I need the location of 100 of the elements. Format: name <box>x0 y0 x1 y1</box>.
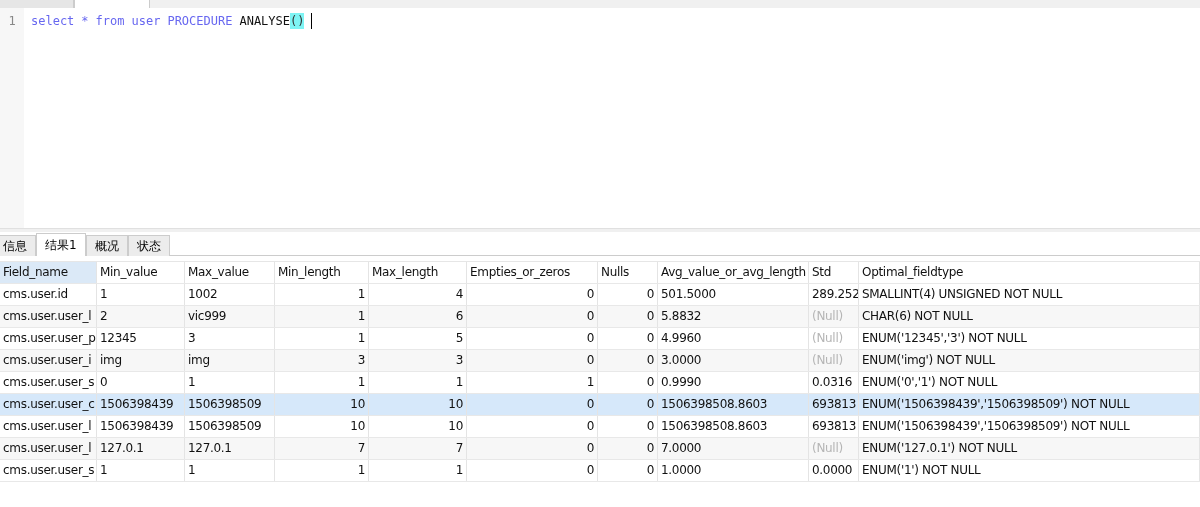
table-cell: cms.user.user_l <box>0 416 97 437</box>
table-cell: 4.9960 <box>658 328 809 349</box>
table-cell: 501.5000 <box>658 284 809 305</box>
table-cell: ENUM('1506398439','1506398509') NOT NULL <box>859 416 1200 437</box>
result-tab[interactable]: 信息 <box>0 235 36 256</box>
table-cell: (Null) <box>809 306 859 327</box>
table-cell: 127.0.1 <box>97 438 185 459</box>
table-cell: 1506398439 <box>97 394 185 415</box>
table-cell: (Null) <box>809 350 859 371</box>
text-cursor <box>311 13 313 29</box>
table-cell: cms.user.user_p <box>0 328 97 349</box>
table-cell: 10 <box>369 394 467 415</box>
table-cell: cms.user.user_s <box>0 372 97 393</box>
table-cell: 0.0000 <box>809 460 859 481</box>
code-token: ANALYSE <box>239 13 290 29</box>
table-cell: 0 <box>598 372 658 393</box>
table-cell: 3.0000 <box>658 350 809 371</box>
table-cell: 0 <box>598 306 658 327</box>
table-cell: cms.user.id <box>0 284 97 305</box>
table-row[interactable]: cms.user.user_l 127.0.1 127.0.1 7 7 0 0 7.0000 (Null) ENUM('127.0.1') NOT NULL <box>0 438 1200 460</box>
table-cell: 1506398509 <box>185 394 275 415</box>
code-token: * <box>81 13 89 29</box>
column-header[interactable]: Min_value <box>97 262 185 283</box>
table-cell: 0 <box>598 328 658 349</box>
table-cell: 1 <box>369 372 467 393</box>
table-cell: (Null) <box>809 438 859 459</box>
table-cell: 0.9990 <box>658 372 809 393</box>
table-cell: 10 <box>369 416 467 437</box>
table-cell: 6 <box>369 306 467 327</box>
table-cell: 0 <box>598 460 658 481</box>
result-tab[interactable]: 概况 <box>85 235 128 256</box>
table-cell: 1 <box>275 328 369 349</box>
table-cell: 1 <box>185 460 275 481</box>
table-cell: 0 <box>467 306 598 327</box>
code-token: user <box>131 13 161 29</box>
code-token: from <box>95 13 125 29</box>
column-header[interactable]: Nulls <box>598 262 658 283</box>
table-cell: (Null) <box>809 328 859 349</box>
table-cell: 10 <box>275 394 369 415</box>
table-cell: 4 <box>369 284 467 305</box>
table-cell: 693813 <box>809 394 859 415</box>
result-tab[interactable]: 状态 <box>127 235 170 256</box>
table-cell: 7.0000 <box>658 438 809 459</box>
table-cell: ENUM('12345','3') NOT NULL <box>859 328 1200 349</box>
table-cell: ENUM('0','1') NOT NULL <box>859 372 1200 393</box>
table-cell: img <box>185 350 275 371</box>
table-cell: 3 <box>185 328 275 349</box>
column-header[interactable]: Avg_value_or_avg_length <box>658 262 809 283</box>
table-row[interactable]: cms.user.user_c 1506398439 1506398509 10 10 0 0 1506398508.8603 693813 ENUM('1506398439','1506398509') NOT NULL <box>0 394 1200 416</box>
table-cell: 127.0.1 <box>185 438 275 459</box>
column-header[interactable]: Optimal_fieldtype <box>859 262 1200 283</box>
code-token: () <box>290 13 305 29</box>
table-cell: cms.user.user_c <box>0 394 97 415</box>
table-row[interactable]: cms.user.user_i img img 3 3 0 0 3.0000 (Null) ENUM('img') NOT NULL <box>0 350 1200 372</box>
table-cell: ENUM('127.0.1') NOT NULL <box>859 438 1200 459</box>
table-cell: 2 <box>97 306 185 327</box>
column-header[interactable]: Max_value <box>185 262 275 283</box>
table-cell: 12345 <box>97 328 185 349</box>
table-cell: 0 <box>467 416 598 437</box>
table-cell: 1.0000 <box>658 460 809 481</box>
table-cell: 0 <box>467 460 598 481</box>
code-token: select <box>31 13 75 29</box>
table-cell: 0 <box>598 284 658 305</box>
table-cell: 1 <box>275 306 369 327</box>
table-cell: 1506398508.8603 <box>658 394 809 415</box>
table-cell: 0 <box>467 284 598 305</box>
table-cell: 1506398508.8603 <box>658 416 809 437</box>
column-header[interactable]: Std <box>809 262 859 283</box>
column-header[interactable]: Empties_or_zeros <box>467 262 598 283</box>
table-row[interactable]: cms.user.user_s 1 1 1 1 0 0 1.0000 0.0000 ENUM('1') NOT NULL <box>0 460 1200 482</box>
table-cell: 1 <box>467 372 598 393</box>
table-cell: ENUM('img') NOT NULL <box>859 350 1200 371</box>
table-cell: cms.user.user_l <box>0 438 97 459</box>
table-cell: 7 <box>369 438 467 459</box>
table-cell: 1 <box>275 372 369 393</box>
result-tab[interactable]: 结果1 <box>36 233 86 256</box>
table-cell: 1 <box>185 372 275 393</box>
table-cell: 0 <box>97 372 185 393</box>
table-cell: 0 <box>598 394 658 415</box>
table-cell: 3 <box>369 350 467 371</box>
table-cell: img <box>97 350 185 371</box>
table-cell: 693813 <box>809 416 859 437</box>
table-row[interactable]: cms.user.user_l 2 vic999 1 6 0 0 5.8832 (Null) CHAR(6) NOT NULL <box>0 306 1200 328</box>
table-cell: 1506398439 <box>97 416 185 437</box>
table-cell: 1 <box>275 284 369 305</box>
table-cell: 1 <box>97 460 185 481</box>
table-cell: 0 <box>598 438 658 459</box>
column-header[interactable]: Max_length <box>369 262 467 283</box>
table-cell: 0 <box>467 328 598 349</box>
table-cell: SMALLINT(4) UNSIGNED NOT NULL <box>859 284 1200 305</box>
table-cell: 5.8832 <box>658 306 809 327</box>
table-cell: 0 <box>598 350 658 371</box>
table-cell: vic999 <box>185 306 275 327</box>
column-header[interactable]: Field_name <box>0 262 97 283</box>
table-cell: 7 <box>275 438 369 459</box>
column-header[interactable]: Min_length <box>275 262 369 283</box>
table-cell: 1002 <box>185 284 275 305</box>
table-cell: 0 <box>467 438 598 459</box>
table-cell: cms.user.user_i <box>0 350 97 371</box>
table-cell: 1 <box>97 284 185 305</box>
